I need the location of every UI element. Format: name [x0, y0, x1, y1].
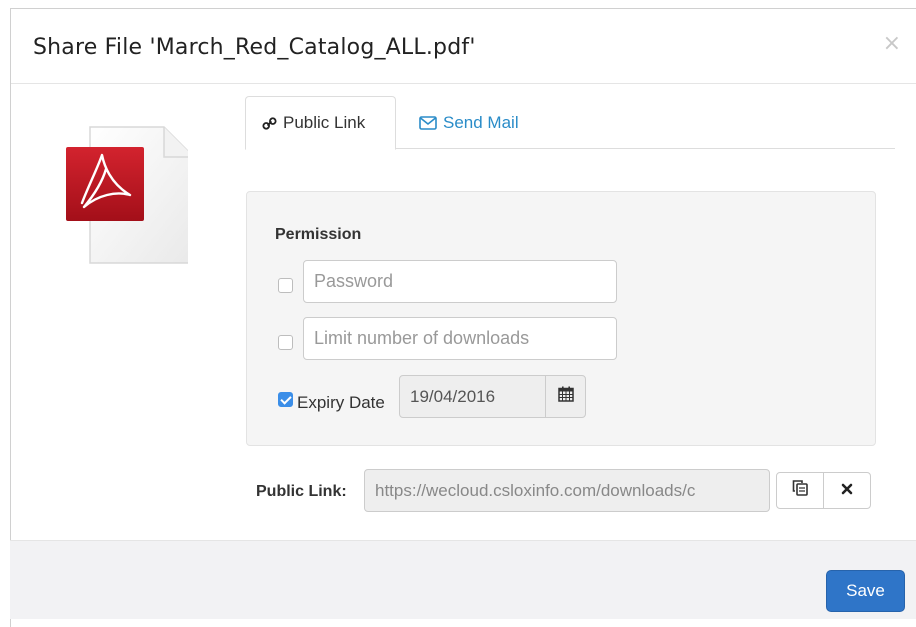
limit-downloads-input[interactable]: [303, 317, 617, 360]
expiry-date-checkbox[interactable]: [278, 392, 293, 407]
public-link-input[interactable]: [364, 469, 770, 512]
expiry-date-label: Expiry Date: [297, 393, 385, 412]
times-icon: [841, 482, 853, 500]
expiry-date-input[interactable]: [399, 375, 546, 418]
public-link-actions: [776, 472, 871, 509]
password-input[interactable]: [303, 260, 617, 303]
close-button[interactable]: ×: [883, 33, 901, 55]
permission-panel: Permission Expiry Date: [246, 191, 876, 446]
tab-public-link[interactable]: Public Link: [245, 96, 396, 150]
calendar-icon: [557, 386, 574, 407]
password-checkbox[interactable]: [278, 278, 293, 293]
copy-icon: [791, 479, 809, 502]
limit-downloads-checkbox[interactable]: [278, 335, 293, 350]
save-button[interactable]: Save: [826, 570, 905, 612]
dialog-footer: Save: [10, 540, 916, 619]
calendar-button[interactable]: [545, 375, 586, 418]
tab-send-mail[interactable]: Send Mail: [403, 96, 535, 149]
link-icon: [262, 116, 277, 131]
pdf-file-icon: [52, 125, 195, 265]
remove-link-button[interactable]: [823, 473, 870, 508]
share-tabs: Public Link Send Mail: [245, 96, 895, 150]
public-link-label: Public Link:: [256, 483, 347, 500]
tab-label: Public Link: [283, 113, 366, 132]
dialog-title: Share File 'March_Red_Catalog_ALL.pdf': [33, 35, 476, 60]
envelope-icon: [419, 115, 437, 130]
tab-label: Send Mail: [443, 112, 519, 132]
permission-heading: Permission: [275, 226, 362, 243]
dialog-header: Share File 'March_Red_Catalog_ALL.pdf' ×: [11, 9, 916, 84]
copy-link-button[interactable]: [777, 473, 823, 508]
